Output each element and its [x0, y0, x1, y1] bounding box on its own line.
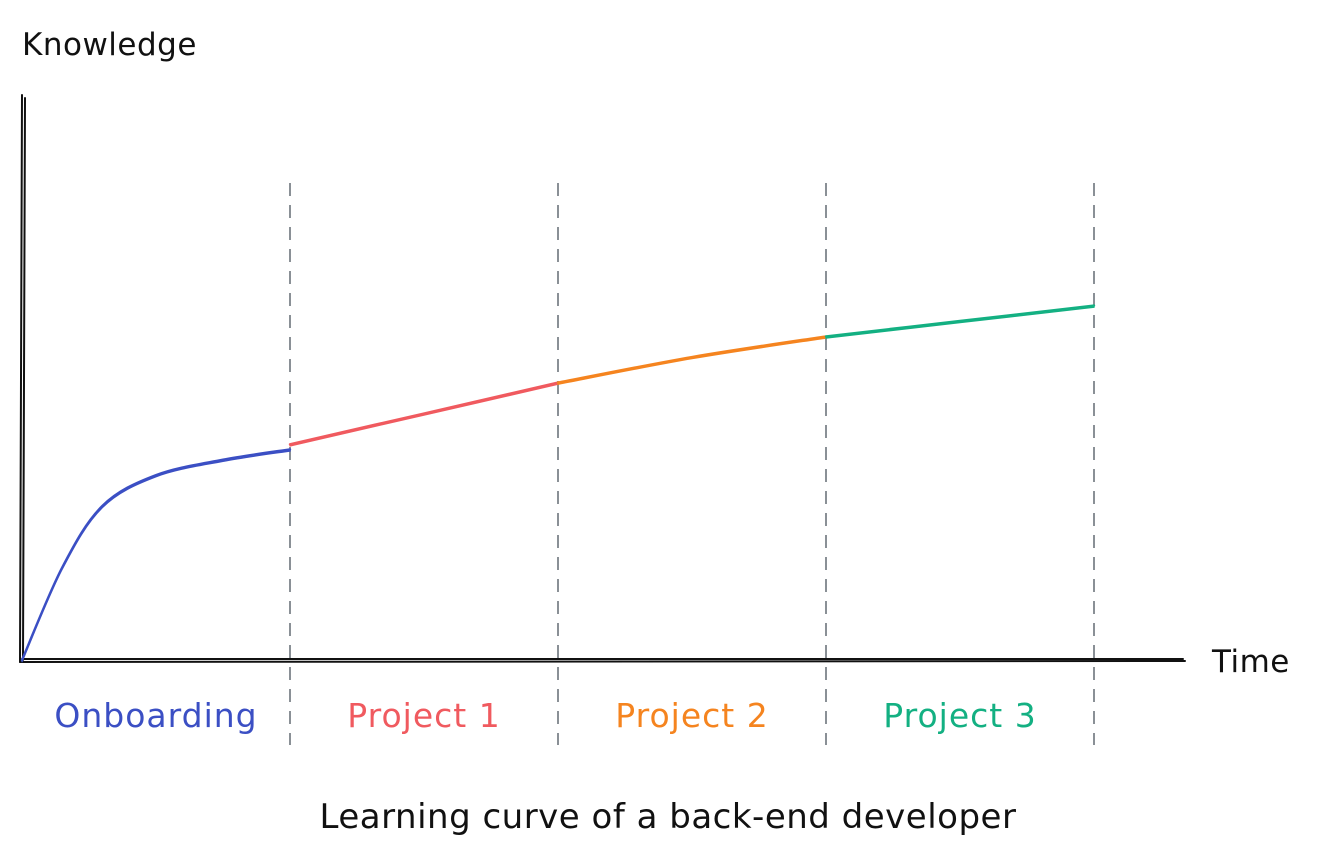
axes	[19, 94, 1186, 663]
y-axis-label: Knowledge	[22, 27, 197, 63]
x-axis-label: Time	[1211, 644, 1290, 680]
phase-labels: Onboarding Project 1 Project 2 Project 3	[54, 696, 1036, 735]
chart-title: Learning curve of a back-end developer	[320, 797, 1017, 837]
learning-curve-chart: Knowledge Time Onboarding Project 1 Projec…	[19, 27, 1290, 837]
phase-label-2: Project 1	[347, 696, 500, 735]
phase-label-4: Project 3	[883, 696, 1036, 735]
x-axis	[19, 658, 1186, 663]
phase-label-1: Onboarding	[54, 696, 257, 735]
curve-segment-3-shadow	[557, 337, 827, 385]
curve-segment-4	[824, 304, 1096, 338]
curve-segment-2	[288, 381, 560, 446]
curve-segment-1	[20, 448, 292, 662]
curve-segment-2-shadow	[289, 383, 559, 447]
phase-label-3: Project 2	[615, 696, 768, 735]
curve-segment-1-shadow	[21, 450, 291, 663]
curve-segment-4-shadow	[825, 306, 1095, 339]
y-axis	[19, 94, 26, 663]
